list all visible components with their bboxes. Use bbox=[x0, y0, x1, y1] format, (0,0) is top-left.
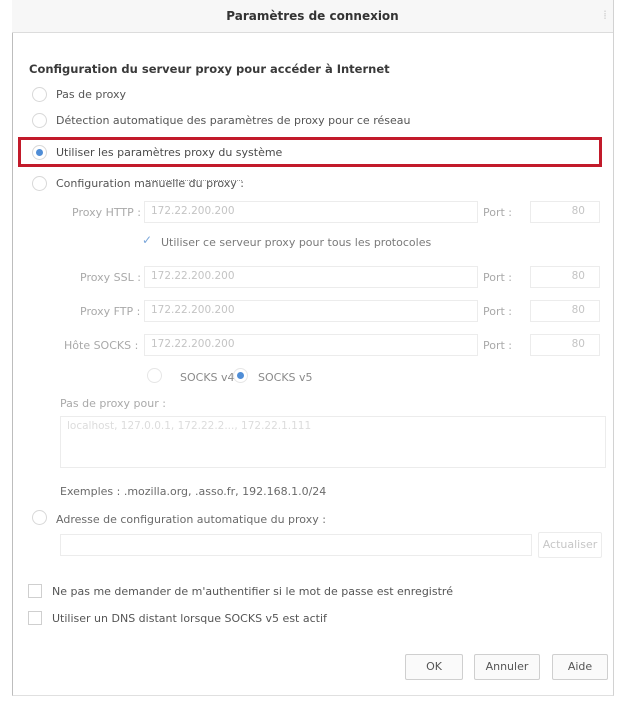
ftp-proxy-input[interactable]: 172.22.200.200 bbox=[144, 300, 478, 322]
radio-socks-v4[interactable] bbox=[147, 368, 162, 383]
http-port-label: Port : bbox=[483, 206, 513, 219]
socks-v4-label: SOCKS v4 bbox=[180, 371, 235, 384]
section-title: Configuration du serveur proxy pour accé… bbox=[29, 62, 390, 76]
socks-host-input[interactable]: 172.22.200.200 bbox=[144, 334, 478, 356]
ftp-port-label: Port : bbox=[483, 305, 513, 318]
radio-no-proxy-label: Pas de proxy bbox=[56, 88, 127, 101]
socks-host-label: Hôte SOCKS : bbox=[64, 339, 139, 352]
no-proxy-examples: Exemples : .mozilla.org, .asso.fr, 192.1… bbox=[60, 485, 327, 498]
remote-dns-label: Utiliser un DNS distant lorsque SOCKS v5… bbox=[52, 612, 327, 625]
radio-auto-detect-label: Détection automatique des paramètres de … bbox=[56, 114, 411, 127]
share-proxy-label: Utiliser ce serveur proxy pour tous les … bbox=[161, 236, 432, 249]
radio-auto-config-url[interactable] bbox=[32, 510, 47, 525]
ssl-proxy-input[interactable]: 172.22.200.200 bbox=[144, 266, 478, 288]
radio-auto-detect[interactable] bbox=[32, 113, 47, 128]
radio-manual-proxy[interactable] bbox=[32, 176, 47, 191]
ok-button[interactable]: OK bbox=[405, 654, 463, 680]
http-port-input[interactable]: 80 bbox=[530, 201, 600, 223]
http-proxy-input[interactable]: 172.22.200.200 bbox=[144, 201, 478, 223]
ftp-port-input[interactable]: 80 bbox=[530, 300, 600, 322]
socks-v5-label: SOCKS v5 bbox=[258, 371, 313, 384]
close-icon[interactable]: ⁞ bbox=[603, 8, 607, 22]
check-icon[interactable]: ✓ bbox=[142, 233, 152, 247]
socks-port-input[interactable]: 80 bbox=[530, 334, 600, 356]
http-proxy-label: Proxy HTTP : bbox=[72, 206, 141, 219]
ftp-proxy-label: Proxy FTP : bbox=[80, 305, 141, 318]
no-proxy-label: Pas de proxy pour : bbox=[60, 397, 166, 410]
window-title: Paramètres de connexion bbox=[226, 9, 399, 23]
no-auth-prompt-label: Ne pas me demander de m'authentifier si … bbox=[52, 585, 453, 598]
checkbox-remote-dns[interactable] bbox=[28, 611, 42, 625]
highlight-box bbox=[18, 137, 602, 167]
auto-config-label: Adresse de configuration automatique du … bbox=[56, 513, 326, 526]
checkbox-no-auth-prompt[interactable] bbox=[28, 584, 42, 598]
title-bar: Paramètres de connexion ⁞ bbox=[12, 0, 613, 33]
no-proxy-textarea[interactable]: localhost, 127.0.0.1, 172.22.2..., 172.2… bbox=[60, 416, 606, 468]
reload-button[interactable]: Actualiser bbox=[538, 532, 602, 558]
help-button[interactable]: Aide bbox=[552, 654, 608, 680]
ssl-port-label: Port : bbox=[483, 271, 513, 284]
radio-manual-proxy-label: Configuration manuelle du proxy : bbox=[56, 177, 244, 190]
ssl-port-input[interactable]: 80 bbox=[530, 266, 600, 288]
ssl-proxy-label: Proxy SSL : bbox=[80, 271, 141, 284]
auto-config-input[interactable] bbox=[60, 534, 532, 556]
radio-socks-v5[interactable] bbox=[233, 368, 248, 383]
radio-no-proxy[interactable] bbox=[32, 87, 47, 102]
cancel-button[interactable]: Annuler bbox=[474, 654, 540, 680]
socks-port-label: Port : bbox=[483, 339, 513, 352]
